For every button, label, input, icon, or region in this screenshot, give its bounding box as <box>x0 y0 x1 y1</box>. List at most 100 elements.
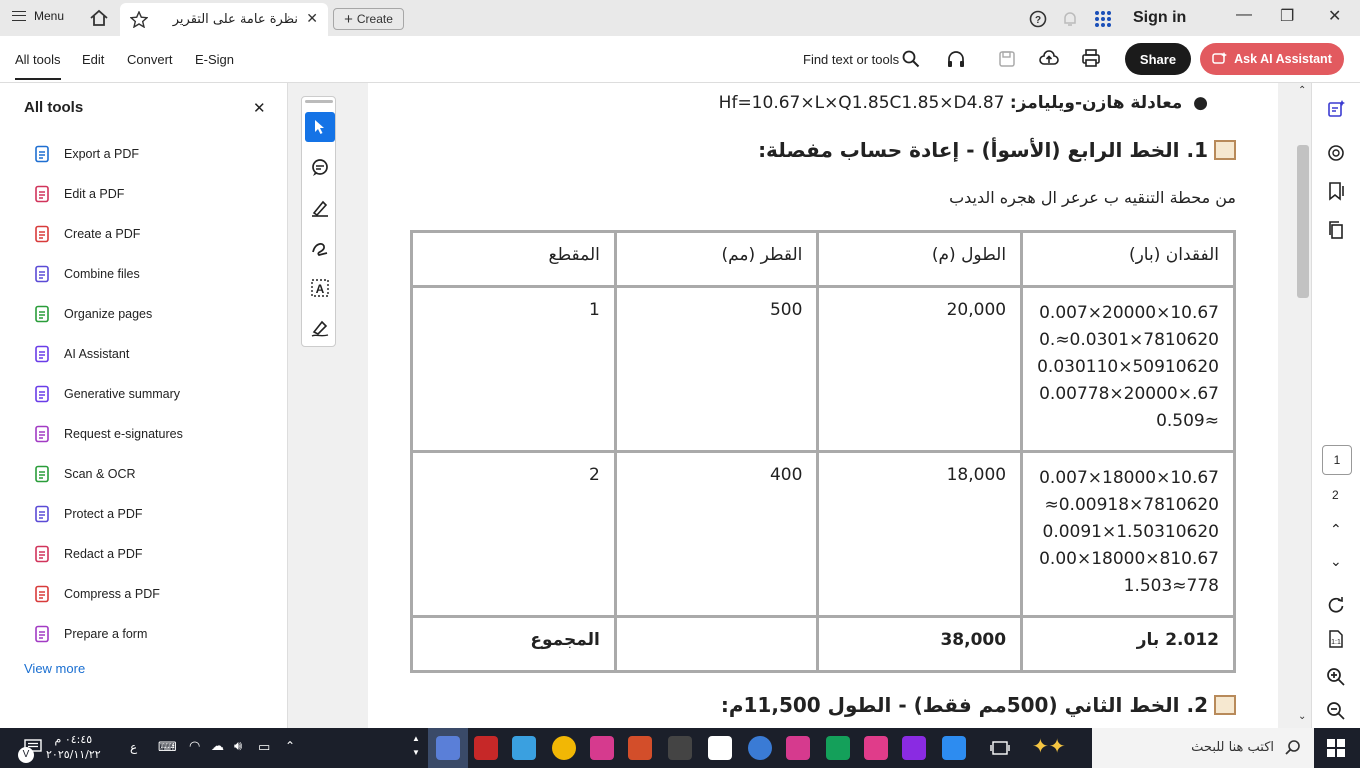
close-tab-icon[interactable]: ✕ <box>306 10 318 27</box>
taskbar-app-icon[interactable] <box>708 736 732 760</box>
star-icon[interactable] <box>130 11 148 28</box>
prepare-form-icon <box>35 625 49 643</box>
taskbar-app-icon[interactable] <box>902 736 926 760</box>
create-pdf-icon <box>35 225 49 243</box>
tool-item[interactable]: Scan & OCR <box>34 463 136 485</box>
document-viewport[interactable]: ● معادلة هازن-ويليامز: Hf=10.67×L×Q1.85C… <box>368 83 1295 728</box>
instagram-icon[interactable] <box>590 736 614 760</box>
acrobat-icon[interactable] <box>474 736 498 760</box>
print-icon[interactable] <box>1081 49 1101 67</box>
select-tool-button[interactable] <box>305 112 335 142</box>
text-select-tool-button[interactable]: A <box>305 273 335 303</box>
fit-page-icon[interactable]: 1:1 <box>1326 629 1346 649</box>
scan-ocr-icon <box>35 465 49 483</box>
scroll-down-icon[interactable]: ⌄ <box>1298 711 1306 722</box>
tool-item[interactable]: Protect a PDF <box>34 503 143 525</box>
apps-grid-icon[interactable] <box>1094 10 1112 28</box>
document-tab[interactable]: نظرة عامة على التقرير ✕ <box>120 3 328 36</box>
volume-icon[interactable]: 🔊︎ <box>234 738 242 754</box>
sign-tool-button[interactable] <box>305 313 335 343</box>
zoom-in-icon[interactable] <box>1326 667 1346 687</box>
help-icon[interactable]: ? <box>1029 10 1047 28</box>
draw-tool-button[interactable] <box>305 233 335 263</box>
view-more-link[interactable]: View more <box>24 661 85 676</box>
wifi-icon[interactable]: ◠ <box>189 738 200 754</box>
bookmark-icon[interactable] <box>1326 181 1346 201</box>
tool-item[interactable]: Export a PDF <box>34 143 139 165</box>
cell-diameter: 500 <box>616 288 817 450</box>
taskbar-app-icon[interactable] <box>512 736 536 760</box>
comments-icon[interactable] <box>1326 143 1346 163</box>
copy-pages-icon[interactable] <box>1326 220 1346 240</box>
create-button[interactable]: + Create <box>333 8 404 30</box>
tool-item[interactable]: Compress a PDF <box>34 583 160 605</box>
current-page-box[interactable]: 1 <box>1322 445 1352 475</box>
scroll-thumb[interactable] <box>1297 145 1309 298</box>
tool-item[interactable]: Create a PDF <box>34 223 140 245</box>
page-down-icon[interactable]: ⌄ <box>1330 553 1342 570</box>
loss-line: 0.509≈ <box>1156 411 1219 431</box>
tab-all-tools[interactable]: All tools <box>15 52 61 80</box>
edit-pdf-icon <box>35 185 49 203</box>
tool-item[interactable]: Organize pages <box>34 303 152 325</box>
task-view-icon[interactable] <box>990 739 1010 757</box>
taskbar-app-icon[interactable] <box>864 736 888 760</box>
taskbar-app-icon[interactable] <box>628 736 652 760</box>
menu-button[interactable]: Menu <box>12 9 64 23</box>
taskbar-clock[interactable]: ٠٤:٤٥ م ٢٠٢٥/١١/٢٢ <box>46 732 101 762</box>
zoom-out-icon[interactable] <box>1326 701 1346 721</box>
tool-item[interactable]: Prepare a form <box>34 623 147 645</box>
comment-tool-button[interactable] <box>305 153 335 183</box>
close-panel-icon[interactable]: ✕ <box>253 99 266 117</box>
tool-item[interactable]: Edit a PDF <box>34 183 124 205</box>
ask-ai-assistant-button[interactable]: Ask AI Assistant <box>1200 43 1344 75</box>
highlight-tool-button[interactable] <box>305 193 335 223</box>
minimize-icon[interactable]: — <box>1236 6 1252 24</box>
taskbar-scroll-arrows[interactable]: ▲ ▼ <box>412 732 420 760</box>
battery-icon[interactable]: ▭ <box>258 739 270 755</box>
rotate-icon[interactable] <box>1326 595 1346 615</box>
home-icon[interactable] <box>89 9 109 27</box>
show-hidden-icons[interactable]: ⌃ <box>285 739 295 753</box>
tab-esign[interactable]: E-Sign <box>195 52 234 67</box>
tool-item[interactable]: Request e-signatures <box>34 423 183 445</box>
tool-item-label: Compress a PDF <box>64 587 160 601</box>
save-icon[interactable] <box>998 50 1016 68</box>
upload-cloud-icon[interactable] <box>1039 49 1059 67</box>
tab-convert[interactable]: Convert <box>127 52 173 67</box>
keyboard-icon[interactable]: ⌨ <box>158 739 177 755</box>
restore-icon[interactable]: ❐ <box>1280 6 1294 26</box>
tab-edit[interactable]: Edit <box>82 52 104 67</box>
search-icon[interactable] <box>902 50 920 68</box>
highlighter-icon <box>312 200 328 217</box>
ai-edit-icon[interactable] <box>1326 99 1346 119</box>
onedrive-icon[interactable]: ☁ <box>211 738 224 754</box>
taskbar-app-icon[interactable] <box>668 736 692 760</box>
bell-icon[interactable] <box>1061 10 1079 28</box>
page-up-icon[interactable]: ⌃ <box>1330 521 1342 538</box>
active-taskbar-app[interactable] <box>428 728 468 768</box>
find-tools-input[interactable]: Find text or tools <box>803 52 899 67</box>
instagram-icon[interactable] <box>786 736 810 760</box>
taskbar-app-icon[interactable] <box>826 736 850 760</box>
vertical-scrollbar[interactable]: ⌃ ⌄ <box>1295 83 1311 728</box>
tool-item[interactable]: AI Assistant <box>34 343 129 365</box>
next-page-number[interactable]: 2 <box>1332 488 1339 502</box>
tool-item[interactable]: Redact a PDF <box>34 543 143 565</box>
language-indicator[interactable]: ع <box>130 740 137 754</box>
chrome-icon[interactable] <box>552 736 576 760</box>
copilot-sparkle-icon[interactable]: ✦✦ <box>1032 734 1274 758</box>
taskbar-app-icon[interactable] <box>942 736 966 760</box>
tool-item[interactable]: Generative summary <box>34 383 180 405</box>
taskbar-app-icon[interactable] <box>748 736 772 760</box>
scroll-up-icon[interactable]: ⌃ <box>1298 85 1306 96</box>
windows-start-icon[interactable] <box>1327 739 1345 757</box>
sign-in-button[interactable]: Sign in <box>1133 9 1186 27</box>
share-button[interactable]: Share <box>1125 43 1191 75</box>
taskbar-search-box[interactable]: اكتب هنا للبحث ✦✦ <box>1032 728 1314 768</box>
tool-item-label: Export a PDF <box>64 147 140 161</box>
close-window-icon[interactable]: ✕ <box>1328 6 1341 26</box>
read-aloud-icon[interactable] <box>946 50 966 68</box>
tool-item[interactable]: Combine files <box>34 263 140 285</box>
drag-handle[interactable] <box>305 100 333 103</box>
